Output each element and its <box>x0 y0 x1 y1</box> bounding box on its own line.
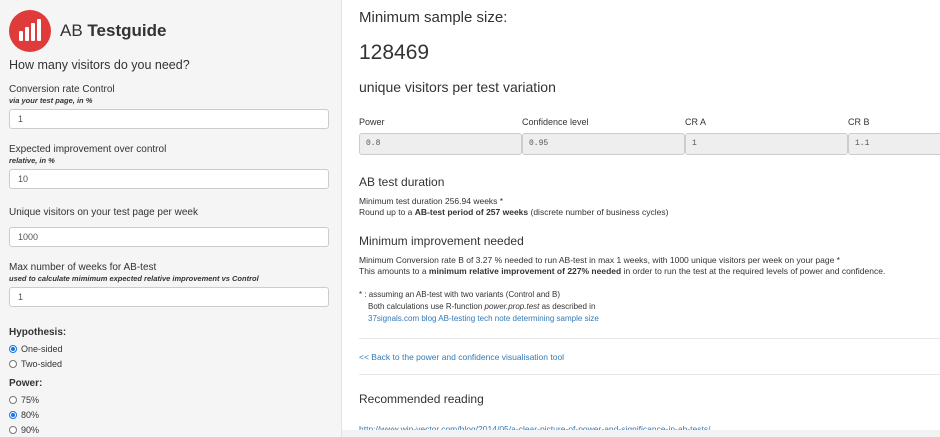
param-cr-a: CR A 1 <box>685 117 848 155</box>
param-label: Power <box>359 117 385 127</box>
conversion-rate-field-group: Conversion rate Control via your test pa… <box>9 84 329 129</box>
duration-title: AB test duration <box>359 175 445 189</box>
radio-power-80[interactable]: 80% <box>9 410 329 420</box>
hypothesis-title: Hypothesis: <box>9 327 67 338</box>
footnotes: * : assuming an AB-test with two variant… <box>359 289 940 325</box>
field-hint: relative, in % <box>9 156 55 165</box>
radio-two-sided[interactable]: Two-sided <box>9 359 329 369</box>
power-title: Power: <box>9 378 43 389</box>
radio-selected-icon[interactable] <box>9 344 17 353</box>
radio-icon[interactable] <box>9 425 17 434</box>
param-label: Confidence level <box>522 117 589 127</box>
parameter-row: Power 0.8 Confidence level 0.95 CR A 1 C… <box>359 117 940 155</box>
radio-one-sided[interactable]: One-sided <box>9 344 329 354</box>
param-label: CR B <box>848 117 870 127</box>
field-label: Expected improvement over control <box>9 144 167 155</box>
param-cr-b: CR B 1.1 <box>848 117 940 155</box>
37signals-link[interactable]: 37signals.com blog AB-testing tech note … <box>368 314 599 323</box>
bar-chart-logo-icon <box>9 10 51 52</box>
duration-line-2: Round up to a AB-test period of 257 week… <box>359 207 669 217</box>
improvement-field-group: Expected improvement over control relati… <box>9 144 329 189</box>
divider <box>359 338 940 339</box>
brand[interactable]: AB Testguide <box>9 4 329 58</box>
radio-selected-icon[interactable] <box>9 410 17 419</box>
field-label: Max number of weeks for AB-test <box>9 262 157 273</box>
cr-b-readonly-field: 1.1 <box>848 133 940 155</box>
duration-line-1: Minimum test duration 256.94 weeks * <box>359 196 504 206</box>
max-weeks-input[interactable]: 1 <box>9 287 329 307</box>
power-readonly-field: 0.8 <box>359 133 522 155</box>
field-label: Unique visitors on your test page per we… <box>9 207 198 218</box>
radio-power-90[interactable]: 90% <box>9 425 329 435</box>
divider <box>359 374 940 375</box>
weekly-visitors-input[interactable]: 1000 <box>9 227 329 247</box>
sample-size-value: 128469 <box>359 41 430 64</box>
param-confidence: Confidence level 0.95 <box>522 117 685 155</box>
brand-name: AB Testguide <box>60 21 167 40</box>
unique-visitors-caption: unique visitors per test variation <box>359 79 556 95</box>
confidence-readonly-field: 0.95 <box>522 133 685 155</box>
back-to-visualisation-link[interactable]: << Back to the power and confidence visu… <box>359 352 564 362</box>
min-sample-title: Minimum sample size: <box>359 9 508 26</box>
footnote-method: Both calculations use R-function power.p… <box>368 302 596 311</box>
page-bottom-strip <box>342 430 940 437</box>
sidebar: AB Testguide How many visitors do you ne… <box>0 0 342 437</box>
radio-power-75[interactable]: 75% <box>9 395 329 405</box>
results-panel: Minimum sample size: 128469 unique visit… <box>342 0 940 437</box>
field-hint: used to calculate mimimum expected relat… <box>9 274 259 283</box>
radio-icon[interactable] <box>9 395 17 404</box>
weeks-field-group: Max number of weeks for AB-test used to … <box>9 262 329 307</box>
footnote-assumption: * : assuming an AB-test with two variant… <box>359 290 560 299</box>
improvement-input[interactable]: 10 <box>9 169 329 189</box>
improvement-title: Minimum improvement needed <box>359 234 524 248</box>
improvement-line-2: This amounts to a minimum relative impro… <box>359 266 886 276</box>
param-label: CR A <box>685 117 707 127</box>
param-power: Power 0.8 <box>359 117 522 155</box>
visitors-field-group: Unique visitors on your test page per we… <box>9 207 329 247</box>
cr-a-readonly-field: 1 <box>685 133 848 155</box>
radio-icon[interactable] <box>9 359 17 368</box>
sidebar-heading: How many visitors do you need? <box>9 58 190 72</box>
field-hint: via your test page, in % <box>9 96 93 105</box>
conversion-rate-input[interactable]: 1 <box>9 109 329 129</box>
recommended-reading-title: Recommended reading <box>359 392 484 406</box>
improvement-line-1: Minimum Conversion rate B of 3.27 % need… <box>359 255 840 265</box>
field-label: Conversion rate Control <box>9 84 115 95</box>
